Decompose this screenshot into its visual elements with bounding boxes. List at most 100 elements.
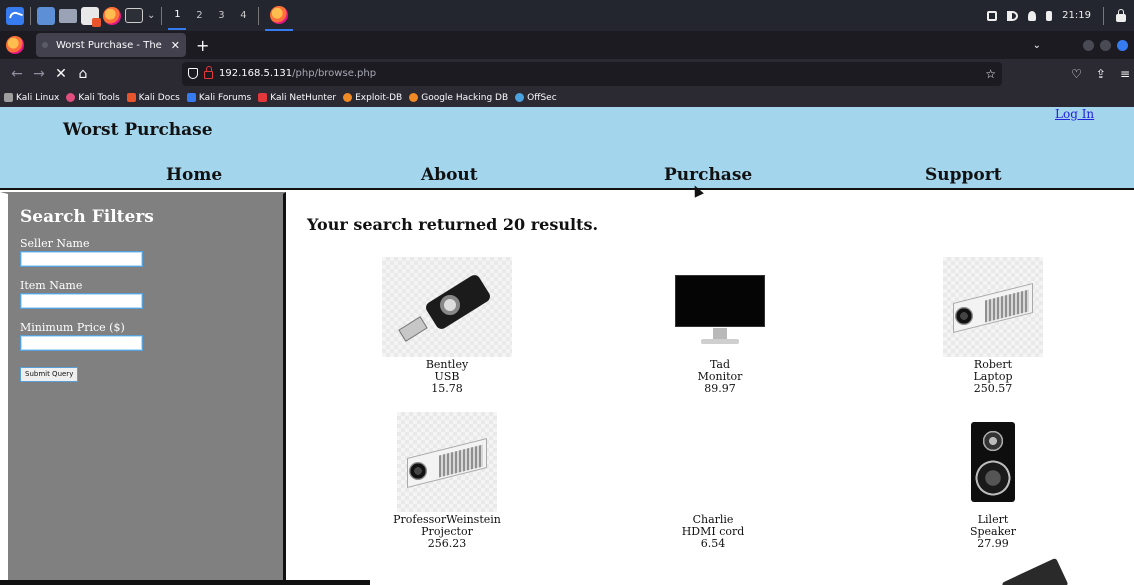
monitor-image[interactable] bbox=[675, 257, 765, 357]
item-name-label: Item Name bbox=[20, 279, 83, 292]
product-card[interactable]: Bentley USB 15.78 bbox=[347, 257, 547, 395]
firefox-view-button[interactable] bbox=[0, 31, 30, 59]
chevron-down-icon[interactable]: ⌄ bbox=[147, 10, 155, 21]
url-host[interactable]: 192.168.5.131 bbox=[219, 68, 292, 79]
nav-support[interactable]: Support bbox=[925, 165, 1002, 185]
home-icon[interactable]: ⌂ bbox=[72, 66, 94, 82]
kali-tools-icon bbox=[66, 93, 76, 102]
stop-loading-icon[interactable]: ✕ bbox=[50, 66, 72, 82]
seller-name-input[interactable] bbox=[20, 251, 143, 267]
clock[interactable]: 21:19 bbox=[1062, 10, 1091, 21]
product-card[interactable]: ProfessorWeinstein Projector 256.23 bbox=[347, 412, 547, 550]
list-all-tabs-chevron-icon[interactable]: ⌄ bbox=[1033, 40, 1041, 51]
forward-arrow-icon[interactable]: → bbox=[28, 66, 50, 82]
lock-screen-icon[interactable] bbox=[1116, 8, 1126, 22]
projector-image[interactable] bbox=[397, 412, 497, 512]
bookmark-kali-linux[interactable]: Kali Linux bbox=[4, 93, 59, 103]
maximize-window-button[interactable] bbox=[1100, 39, 1111, 51]
speaker-woofer bbox=[975, 460, 1011, 496]
nav-about[interactable]: About bbox=[421, 165, 478, 185]
speaker-tweeter bbox=[982, 430, 1004, 452]
terminal-launcher-icon[interactable] bbox=[125, 8, 143, 23]
bookmark-label: Kali Linux bbox=[16, 92, 60, 103]
projector-image[interactable] bbox=[943, 257, 1043, 357]
kali-menu-icon[interactable] bbox=[6, 6, 24, 25]
workspace-2[interactable]: 2 bbox=[190, 0, 208, 31]
product-card[interactable]: Tad Monitor 89.97 bbox=[620, 257, 820, 395]
usb-drive-image[interactable] bbox=[382, 257, 512, 357]
projector-lens bbox=[409, 462, 427, 480]
pocket-icon[interactable]: ♡ bbox=[1071, 67, 1082, 81]
nav-purchase[interactable]: Purchase bbox=[664, 165, 752, 185]
product-price: 256.23 bbox=[427, 537, 467, 550]
battery-icon[interactable] bbox=[1046, 10, 1053, 21]
exploit-db-icon bbox=[343, 93, 353, 102]
minimum-price-label: Minimum Price ($) bbox=[20, 321, 125, 334]
browser-tab-active[interactable]: Worst Purchase - The Wo ✕ bbox=[36, 33, 186, 57]
system-tray: 21:19 bbox=[987, 6, 1134, 25]
close-icon[interactable]: ✕ bbox=[171, 39, 180, 52]
show-desktop-icon[interactable] bbox=[37, 6, 55, 25]
bookmark-google-hacking-db[interactable]: Google Hacking DB bbox=[409, 93, 508, 103]
product-price: 15.78 bbox=[431, 382, 463, 395]
notification-icon[interactable] bbox=[1028, 10, 1037, 21]
usb-plug-shape bbox=[398, 316, 428, 342]
display-icon[interactable] bbox=[987, 10, 998, 21]
bookmark-label: Kali Docs bbox=[138, 92, 180, 103]
workspace-3[interactable]: 3 bbox=[212, 0, 230, 31]
taskbar-firefox-window[interactable] bbox=[265, 0, 294, 31]
tracking-protection-shield-icon[interactable] bbox=[188, 68, 198, 79]
product-card[interactable]: Lilert Speaker 27.99 bbox=[893, 412, 1093, 550]
minimize-window-button[interactable] bbox=[1083, 39, 1094, 51]
kali-docs-icon bbox=[126, 93, 136, 102]
projector-lens bbox=[955, 307, 973, 325]
nav-home[interactable]: Home bbox=[166, 165, 222, 185]
item-name-input[interactable] bbox=[20, 293, 143, 309]
back-arrow-icon[interactable]: ← bbox=[6, 66, 28, 82]
insecure-lock-icon[interactable] bbox=[204, 66, 213, 79]
speaker-image[interactable] bbox=[971, 412, 1015, 512]
missing-product-image[interactable] bbox=[663, 412, 763, 512]
taskbar-separator bbox=[30, 6, 31, 25]
url-path[interactable]: /php/browse.php bbox=[292, 68, 376, 79]
product-card[interactable]: Charlie HDMI cord 6.54 bbox=[613, 412, 813, 550]
monitor-screen bbox=[675, 275, 765, 327]
volume-icon[interactable] bbox=[1007, 10, 1019, 21]
tab-title: Worst Purchase - The Wo bbox=[56, 39, 163, 51]
nethunter-icon bbox=[258, 93, 268, 102]
bookmark-label: Kali Forums bbox=[198, 92, 252, 103]
window-controls: ⌄ bbox=[1033, 39, 1134, 51]
bookmark-label: Kali Tools bbox=[78, 92, 120, 103]
new-tab-button[interactable]: + bbox=[196, 36, 209, 55]
bookmark-kali-tools[interactable]: Kali Tools bbox=[66, 92, 120, 103]
minimum-price-input[interactable] bbox=[20, 335, 143, 351]
close-window-button[interactable] bbox=[1117, 39, 1128, 51]
bookmark-exploit-db[interactable]: Exploit-DB bbox=[343, 93, 402, 103]
keyboard-image-partial[interactable] bbox=[1001, 557, 1069, 585]
login-link[interactable]: Log In bbox=[1055, 107, 1094, 121]
submit-query-button[interactable]: Submit Query bbox=[20, 367, 79, 382]
bookmark-kali-docs[interactable]: Kali Docs bbox=[126, 92, 180, 103]
workspace-4[interactable]: 4 bbox=[234, 0, 252, 31]
usb-ring-shape bbox=[440, 295, 460, 315]
bookmark-kali-nethunter[interactable]: Kali NetHunter bbox=[258, 93, 336, 103]
page-viewport: Worst Purchase Log In Home About Purchas… bbox=[0, 107, 1134, 585]
site-header: Worst Purchase Log In Home About Purchas… bbox=[0, 107, 1134, 198]
bookmark-star-icon[interactable]: ☆ bbox=[985, 67, 996, 81]
file-manager-icon[interactable] bbox=[59, 8, 77, 23]
product-price: 89.97 bbox=[704, 382, 736, 395]
address-bar[interactable]: 192.168.5.131 /php/browse.php ☆ bbox=[182, 61, 1002, 86]
workspace-1[interactable]: 1 bbox=[168, 1, 187, 30]
bookmark-offsec[interactable]: OffSec bbox=[515, 93, 557, 103]
bookmark-kali-forums[interactable]: Kali Forums bbox=[186, 92, 252, 103]
toolbar-right: ♡ ⇪ ≡ bbox=[1071, 67, 1130, 81]
hamburger-menu-icon[interactable]: ≡ bbox=[1120, 67, 1130, 81]
product-card[interactable]: Robert Laptop 250.57 bbox=[893, 257, 1093, 395]
product-price: 6.54 bbox=[700, 537, 726, 550]
firefox-launcher-icon[interactable] bbox=[103, 6, 121, 25]
horizontal-scrollbar[interactable] bbox=[0, 580, 370, 585]
seller-name-label: Seller Name bbox=[20, 237, 90, 250]
taskbar-launchers: ⌄ 1 2 3 4 bbox=[0, 0, 294, 31]
text-editor-icon[interactable] bbox=[81, 6, 101, 27]
share-icon[interactable]: ⇪ bbox=[1096, 67, 1106, 81]
